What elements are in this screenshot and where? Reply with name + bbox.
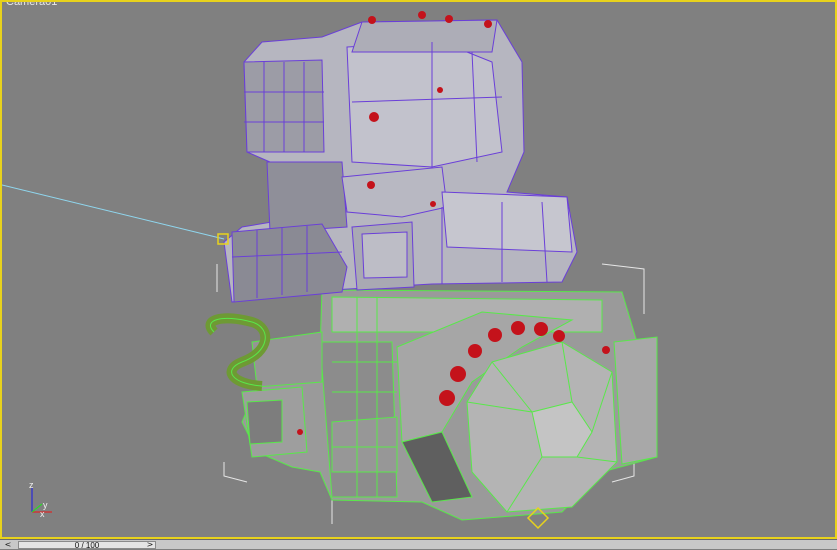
- axis-z-label: z: [29, 482, 34, 490]
- prev-frame-button[interactable]: <: [2, 541, 14, 549]
- axis-y-label: y: [43, 500, 48, 510]
- next-frame-button[interactable]: >: [144, 541, 156, 549]
- time-slider[interactable]: 0 / 100: [18, 541, 156, 550]
- upper-engine-mesh[interactable]: [223, 19, 578, 303]
- time-slider-bar[interactable]: < 0 / 100 >: [0, 539, 837, 550]
- camera-viewport[interactable]: Camera01 z x y: [0, 0, 837, 539]
- axis-x-label: x: [40, 509, 45, 519]
- axis-tripod: z x y: [29, 482, 52, 519]
- camera-target-line: [2, 184, 225, 240]
- scene-render[interactable]: [2, 2, 837, 539]
